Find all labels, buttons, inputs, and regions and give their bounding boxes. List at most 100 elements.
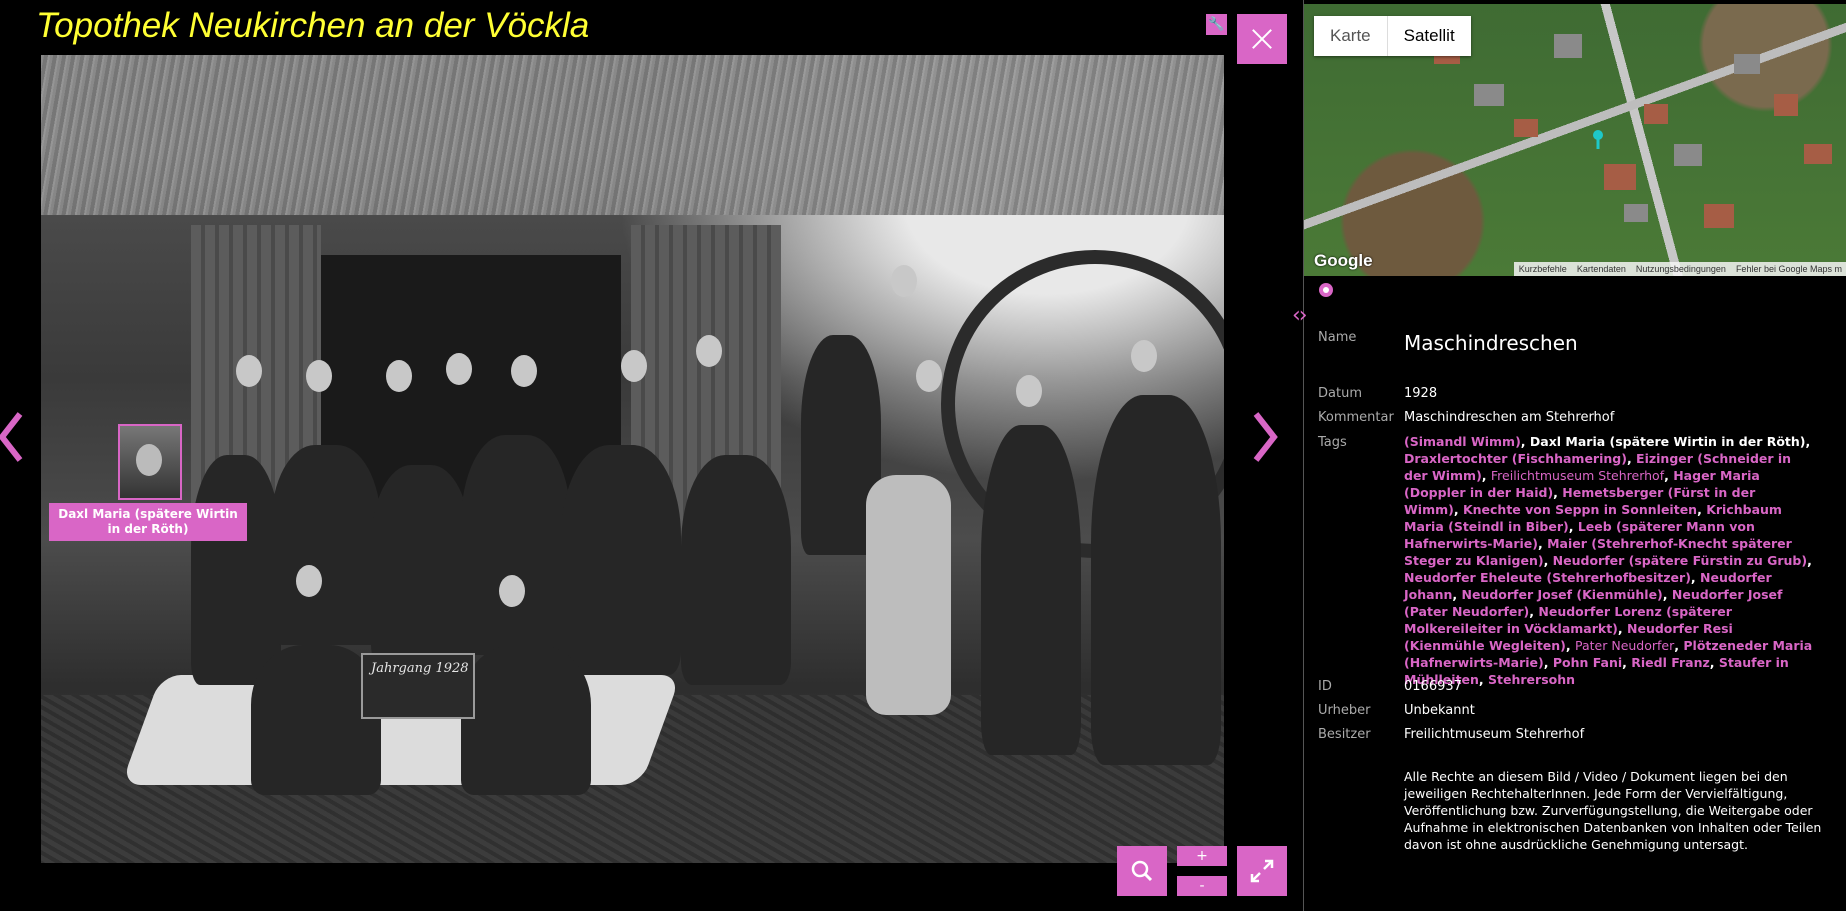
photo-face [499,575,525,607]
tag-separator: , [1543,553,1553,568]
photo-face [916,360,942,392]
owner-label: Besitzer [1318,727,1371,742]
rights-notice: Alle Rechte an diesem Bild / Video / Dok… [1404,769,1822,852]
name-label: Name [1318,330,1357,345]
map-building [1644,104,1668,124]
tag-link[interactable]: Neudorfer Eheleute (Stehrerhofbesitzer) [1404,570,1691,585]
tag-separator: , [1690,570,1701,585]
map-building [1624,204,1648,222]
tag-link[interactable]: Stehrersohn [1488,672,1575,687]
author-label: Urheber [1318,703,1371,718]
photo-title: Maschindreschen [1404,331,1578,355]
map-tab-satellit[interactable]: Satellit [1386,16,1471,56]
tag-separator: , [1709,655,1719,670]
tag-separator: , [1478,672,1489,687]
map-type-switcher: Karte Satellit [1314,16,1471,56]
face-tag-label[interactable]: Daxl Maria (spätere Wirtin in der Röth) [49,503,247,541]
author-value: Unbekannt [1404,703,1475,718]
chevron-left-icon[interactable] [0,410,26,464]
tag-link[interactable]: Neudorfer Josef (Kienmühle) [1461,587,1662,602]
photo-person [461,435,571,655]
date-value: 1928 [1404,386,1438,401]
tag-separator: , [1626,451,1637,466]
plate-text: Jahrgang 1928 [371,661,469,676]
tag-link[interactable]: Neudorfer (spätere Fürstin zu Grub) [1553,553,1807,568]
zoom-search-button[interactable] [1117,846,1167,896]
tag-link[interactable]: (Simandl Wimm) [1404,434,1521,449]
photo-person [371,465,471,665]
map-footer: Kurzbefehle Kartendaten Nutzungsbedingun… [1513,262,1846,276]
tag-separator: , [1664,468,1674,483]
tag-link[interactable]: Pater Neudorfer [1575,638,1674,653]
photo-face [696,335,722,367]
map-building [1674,144,1702,166]
close-button[interactable] [1237,14,1287,64]
map-building [1604,164,1636,190]
tag-link[interactable]: Knechte von Seppn in Sonnleiten [1463,502,1697,517]
map-footer-link[interactable]: Kurzbefehle [1514,262,1572,276]
id-label: ID [1318,679,1332,694]
map-footer-link[interactable]: Kartendaten [1572,262,1631,276]
site-title: Topothek Neukirchen an der Vöckla [36,6,590,45]
search-icon [1131,860,1153,882]
photo-grain-sack [866,475,951,715]
tag-separator: , [1565,638,1575,653]
photo-face [511,355,537,387]
id-value: 0166937 [1404,679,1462,694]
map-tab-karte[interactable]: Karte [1314,16,1387,56]
photo-person [981,425,1081,755]
fullscreen-button[interactable] [1237,846,1287,896]
date-label: Datum [1318,386,1362,401]
photo-person [681,455,791,685]
satellite-map[interactable]: Karte Satellit Google Kurzbefehle Karten… [1304,4,1846,276]
tag-link[interactable]: Draxlertochter (Fischhamering) [1404,451,1627,466]
tag-list: (Simandl Wimm), Daxl Maria (spätere Wirt… [1404,433,1814,688]
tag-separator: , [1481,468,1491,483]
photo-face [296,565,322,597]
zoom-in-button[interactable]: + [1177,846,1227,866]
map-building [1704,204,1734,228]
map-footer-link[interactable]: Nutzungsbedingungen [1631,262,1731,276]
tag-link[interactable]: Freilichtmuseum Stehrerhof [1491,468,1664,483]
panel-toggle-icon[interactable]: ‹› [1292,303,1308,328]
photo-person [461,645,591,795]
map-building [1774,94,1798,116]
photo-year-plate: Jahrgang 1928 [361,653,475,719]
location-target-icon[interactable] [1319,283,1333,297]
photo-person [191,455,281,685]
owner-value: Freilichtmuseum Stehrerhof [1404,727,1585,742]
tag-separator: , [1662,587,1672,602]
tag-separator: , [1543,655,1553,670]
tag-separator: , [1538,536,1548,551]
map-building [1554,34,1582,58]
map-pin-icon[interactable] [1591,129,1605,149]
photo-face [1131,340,1157,372]
wrench-icon[interactable]: 🔧 [1206,14,1227,35]
map-building [1474,84,1504,106]
photo-roof [41,55,1224,215]
chevron-right-icon[interactable] [1250,410,1280,464]
photo-person [271,445,381,645]
zoom-out-button[interactable]: - [1177,876,1227,896]
tag-separator: , [1520,434,1530,449]
map-building [1734,54,1760,74]
face-tag-marker[interactable] [118,424,182,500]
photo-face [621,350,647,382]
historic-photo[interactable]: Jahrgang 1928 [41,55,1224,863]
tag-link[interactable]: Riedl Franz [1631,655,1710,670]
image-viewer: Topothek Neukirchen an der Vöckla 🔧 Jahr… [0,0,1303,911]
tag-separator: , [1807,553,1812,568]
tag-link[interactable]: Pohn Fani [1553,655,1622,670]
tag-separator: , [1568,519,1578,534]
photo-face [236,355,262,387]
tag-separator: , [1805,434,1811,449]
photo-face [891,265,917,297]
photo-face [386,360,412,392]
map-building [1804,144,1832,164]
photo-face [306,360,332,392]
map-footer-link[interactable]: Fehler bei Google Maps m [1731,262,1846,276]
tags-label: Tags [1318,435,1347,450]
tag-link[interactable]: Daxl Maria (spätere Wirtin in der Röth) [1530,434,1806,449]
comment-label: Kommentar [1318,410,1394,425]
expand-icon [1250,859,1274,883]
